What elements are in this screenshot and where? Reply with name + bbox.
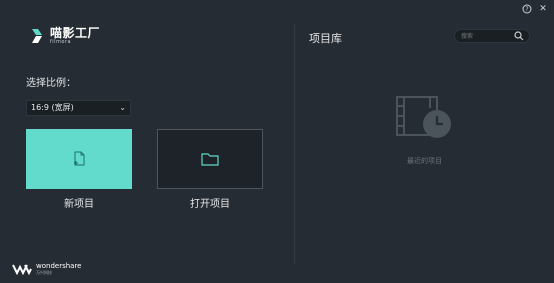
app-logo: 喵影工厂 filmora: [30, 27, 100, 45]
aspect-ratio-value: 16:9 (宽屏): [31, 103, 74, 112]
logo-english-name: filmora: [50, 39, 72, 45]
project-library-title: 项目库: [309, 32, 342, 45]
brand-chinese-name: 万兴科技: [36, 270, 52, 275]
wondershare-logo-icon: [12, 264, 32, 275]
open-project-button[interactable]: [157, 129, 263, 189]
library-search-input[interactable]: [461, 31, 515, 41]
wondershare-brand: wondershare 万兴科技: [12, 263, 81, 275]
aspect-ratio-label: 选择比例：: [26, 78, 76, 89]
aspect-ratio-select[interactable]: 16:9 (宽屏) ⌄: [26, 100, 131, 116]
logo-chinese-name: 喵影工厂: [50, 26, 101, 40]
library-search-box[interactable]: [454, 29, 530, 43]
brand-english-name: wondershare: [36, 262, 82, 270]
filmora-logo-icon: [30, 27, 46, 45]
folder-icon: [201, 153, 219, 166]
project-library-panel: 项目库 最近的项目: [295, 0, 554, 283]
search-icon[interactable]: [514, 31, 524, 41]
help-button[interactable]: ?: [522, 4, 532, 14]
svg-text:?: ?: [525, 6, 528, 13]
new-project-label[interactable]: 新项目: [26, 195, 132, 210]
close-button[interactable]: ✕: [538, 4, 548, 14]
chevron-down-icon: ⌄: [119, 103, 126, 112]
new-file-icon: [74, 151, 85, 166]
help-icon: ?: [522, 4, 532, 14]
open-project-label[interactable]: 打开项目: [157, 195, 263, 210]
recent-projects-empty-text: 最近的项目: [407, 157, 442, 165]
recent-projects-icon: [396, 96, 451, 138]
start-panel: 喵影工厂 filmora 选择比例： 16:9 (宽屏) ⌄ 新项目 打开项目 …: [0, 0, 294, 283]
close-icon: ✕: [539, 4, 547, 14]
new-project-button[interactable]: [26, 129, 132, 189]
